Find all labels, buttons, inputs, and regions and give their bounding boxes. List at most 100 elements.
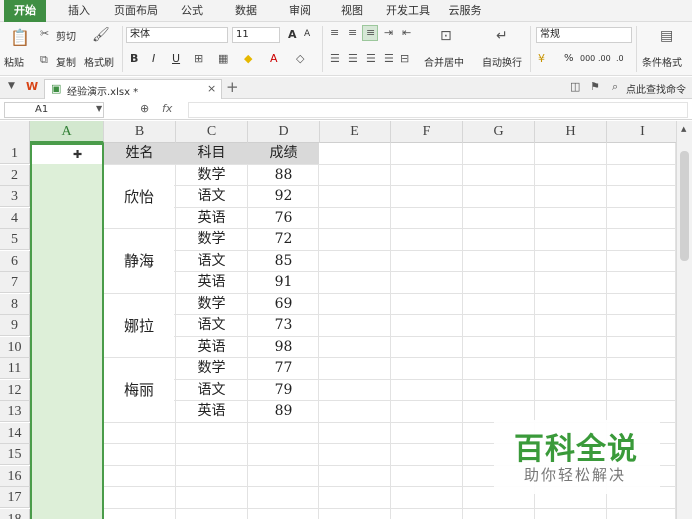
bold-button[interactable]: B (130, 52, 138, 65)
subject-cell[interactable]: 语文 (176, 186, 247, 207)
column-header-f[interactable]: F (391, 121, 463, 143)
align-center-icon[interactable]: ☰ (348, 52, 358, 65)
justify-icon[interactable]: ☰ (384, 52, 394, 65)
wrap-text-button[interactable]: 自动换行 (482, 54, 522, 69)
cell-c1[interactable]: 科目 (176, 143, 247, 164)
wps-logo-icon[interactable]: W (26, 80, 38, 93)
row-header-13[interactable]: 13 (0, 401, 30, 422)
score-cell[interactable]: 76 (248, 208, 319, 229)
subject-cell[interactable]: 英语 (176, 337, 247, 358)
merged-name-cell[interactable]: 梅丽 (104, 359, 174, 422)
scroll-up-icon[interactable]: ▲ (681, 125, 686, 133)
row-header-6[interactable]: 6 (0, 250, 30, 272)
score-cell[interactable]: 69 (248, 294, 319, 315)
subject-cell[interactable]: 语文 (176, 380, 247, 401)
align-right-icon[interactable]: ☰ (366, 52, 376, 65)
align-top-icon[interactable]: ≡ (330, 26, 339, 39)
fill-color-icon[interactable]: ◆ (244, 52, 252, 65)
border-icon[interactable]: ⊞ (194, 52, 203, 65)
chevron-down-icon[interactable]: ▼ (8, 81, 15, 91)
function-button[interactable]: fx (162, 102, 172, 115)
subject-cell[interactable]: 数学 (176, 294, 247, 315)
row-header-18[interactable]: 18 (0, 508, 30, 519)
row-header-14[interactable]: 14 (0, 422, 30, 444)
tab-cloud[interactable]: 云服务 (442, 0, 488, 22)
tab-insert[interactable]: 插入 (58, 0, 100, 22)
subject-cell[interactable]: 英语 (176, 272, 247, 293)
cell-b1[interactable]: 姓名 (104, 143, 175, 164)
score-cell[interactable]: 89 (248, 401, 319, 422)
subject-cell[interactable]: 数学 (176, 165, 247, 186)
number-format-select[interactable]: 常规 (536, 27, 632, 43)
paste-icon[interactable]: 📋 (10, 28, 30, 47)
grow-font-button[interactable]: A (288, 28, 297, 41)
row-header-1[interactable]: 1 (0, 143, 30, 164)
subject-cell[interactable]: 数学 (176, 358, 247, 379)
row-header-11[interactable]: 11 (0, 358, 30, 379)
merged-name-cell[interactable]: 娜拉 (104, 294, 174, 357)
column-header-h[interactable]: H (535, 121, 607, 143)
column-header-d[interactable]: D (248, 121, 320, 143)
decrease-decimal-button[interactable]: .0 (616, 54, 624, 63)
column-header-e[interactable]: E (319, 121, 391, 143)
layout-icon[interactable]: ◫ (570, 80, 580, 93)
column-header-c[interactable]: C (176, 121, 248, 143)
tab-data[interactable]: 数据 (226, 0, 266, 22)
align-middle-icon[interactable]: ≡ (348, 26, 357, 39)
select-all-corner[interactable] (0, 121, 30, 143)
score-cell[interactable]: 73 (248, 315, 319, 336)
scrollbar-thumb[interactable] (680, 151, 689, 261)
formula-input[interactable] (188, 102, 688, 118)
cut-button[interactable]: 剪切 (56, 28, 76, 43)
row-header-5[interactable]: 5 (0, 229, 30, 250)
score-cell[interactable]: 79 (248, 380, 319, 401)
align-left-icon[interactable]: ☰ (330, 52, 340, 65)
tab-review[interactable]: 审阅 (280, 0, 320, 22)
row-header-3[interactable]: 3 (0, 186, 30, 207)
merge-center-button[interactable]: 合并居中 (424, 54, 464, 69)
font-name-select[interactable]: 宋体 (126, 27, 228, 43)
thousands-button[interactable]: 000 (580, 54, 595, 63)
document-tab[interactable]: ▣ 经验演示.xlsx * × (44, 79, 222, 99)
subject-cell[interactable]: 语文 (176, 251, 247, 272)
indent-icon[interactable]: ⇥ (384, 26, 393, 39)
find-command-input[interactable]: 点此查找命令 (626, 81, 686, 96)
score-cell[interactable]: 92 (248, 186, 319, 207)
format-painter-icon[interactable]: 🖌 (92, 27, 110, 43)
row-header-8[interactable]: 8 (0, 293, 30, 315)
outdent-icon[interactable]: ⇤ (402, 26, 411, 39)
column-header-i[interactable]: I (607, 121, 679, 143)
row-header-16[interactable]: 16 (0, 465, 30, 487)
add-tab-button[interactable]: + (226, 78, 239, 96)
merged-name-cell[interactable]: 静海 (104, 230, 174, 293)
merged-name-cell[interactable]: 欣怡 (104, 165, 174, 228)
currency-icon[interactable]: ¥ (538, 52, 545, 65)
subject-cell[interactable]: 数学 (176, 229, 247, 250)
score-cell[interactable]: 85 (248, 251, 319, 272)
row-header-15[interactable]: 15 (0, 444, 30, 465)
percent-button[interactable]: % (564, 53, 574, 64)
score-cell[interactable]: 91 (248, 272, 319, 293)
score-cell[interactable]: 88 (248, 165, 319, 186)
font-color-icon[interactable]: A (270, 52, 278, 65)
name-box[interactable]: A1 (4, 102, 104, 118)
vertical-scrollbar[interactable]: ▲ (676, 121, 692, 519)
column-header-g[interactable]: G (463, 121, 535, 143)
font-size-select[interactable]: 11 (232, 27, 280, 43)
fill-pattern-icon[interactable]: ▦ (218, 52, 228, 65)
conditional-format-button[interactable]: 条件格式 (642, 54, 682, 69)
tab-formula[interactable]: 公式 (172, 0, 212, 22)
copy-button[interactable]: 复制 (56, 54, 76, 69)
score-cell[interactable]: 98 (248, 337, 319, 358)
increase-decimal-button[interactable]: .00 (598, 54, 611, 63)
column-header-b[interactable]: B (104, 121, 176, 143)
clear-format-icon[interactable]: ◇ (296, 52, 304, 65)
format-painter-button[interactable]: 格式刷 (84, 54, 114, 69)
row-header-10[interactable]: 10 (0, 336, 30, 358)
distributed-icon[interactable]: ⊟ (400, 52, 409, 65)
column-header-a[interactable]: A (30, 121, 104, 143)
tab-view[interactable]: 视图 (332, 0, 372, 22)
row-header-17[interactable]: 17 (0, 487, 30, 508)
row-header-2[interactable]: 2 (0, 164, 30, 186)
chevron-down-icon[interactable]: ▼ (96, 104, 102, 113)
